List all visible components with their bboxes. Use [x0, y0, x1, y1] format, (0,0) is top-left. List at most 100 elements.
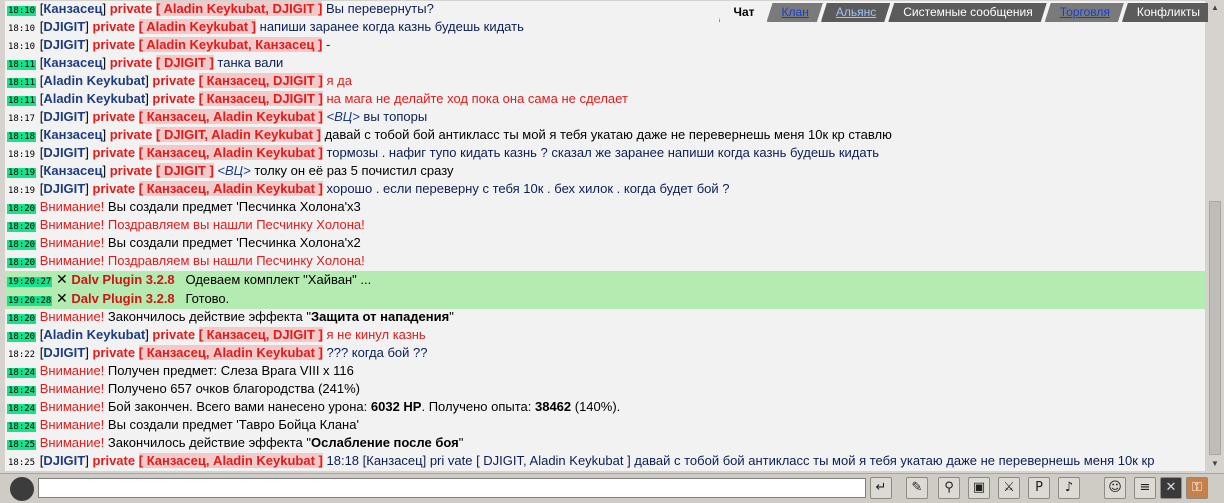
recipient-list[interactable]: DJIGIT — [164, 55, 206, 70]
sender-nick[interactable]: Канзасец — [43, 163, 102, 178]
timestamp[interactable]: 18:20 — [7, 332, 37, 342]
private-recipients[interactable]: [ Канзасец, Aladin Keykubat ] — [138, 345, 323, 360]
tab-5[interactable]: Конфликты — [1122, 3, 1214, 22]
filter-icon[interactable]: ⚲ — [938, 477, 960, 499]
sender-nick[interactable]: Aladin Keykubat — [43, 327, 145, 342]
send-enter-icon[interactable]: ↵ — [870, 477, 892, 499]
recipient-list[interactable]: Канзасец, Aladin Keykubat — [147, 345, 315, 360]
sender-nick[interactable]: Канзасец — [43, 127, 102, 142]
private-recipients[interactable]: [ Aladin Keykubat, Канзасец ] — [138, 37, 323, 52]
punct: ] — [313, 127, 321, 142]
sender-nick[interactable]: Aladin Keykubat — [43, 73, 145, 88]
private-recipients[interactable]: [ Канзасец, DJIGIT ] — [198, 327, 323, 342]
chat-menu-icon[interactable] — [10, 477, 34, 501]
private-recipients[interactable]: [ DJIGIT ] — [155, 163, 214, 178]
fighter-icon[interactable]: ⚔ — [998, 477, 1020, 499]
timestamp[interactable]: 18:19 — [7, 186, 36, 196]
private-label: private — [109, 55, 153, 70]
channel-tabs: Чат Клан Альянс Системные сообщения Торговля… — [721, 3, 1214, 23]
timestamp[interactable]: 18:19 — [7, 150, 36, 160]
recipient-list[interactable]: Канзасец, DJIGIT — [207, 73, 315, 88]
sender-nick[interactable]: DJIGIT — [43, 19, 85, 34]
message-text: вы топоры — [359, 109, 428, 124]
timestamp[interactable]: 18:18 — [7, 132, 37, 142]
recipient-list[interactable]: DJIGIT, Aladin Keykubat — [164, 127, 313, 142]
message-input[interactable] — [38, 478, 866, 498]
tab-4[interactable]: Торговля — [1045, 3, 1124, 22]
close-x-icon[interactable]: ✕ — [56, 271, 68, 287]
timestamp[interactable]: 18:10 — [7, 24, 36, 34]
recipient-list[interactable]: Канзасец, Aladin Keykubat — [147, 453, 315, 468]
timestamp[interactable]: 18:10 — [7, 6, 37, 16]
chat-log[interactable]: 18:10 [Канзасец] private [ Aladin Keykub… — [5, 1, 1205, 471]
private-recipients[interactable]: [ Aladin Keykubat, DJIGIT ] — [155, 1, 323, 16]
close-x-icon[interactable]: ✕ — [56, 290, 68, 306]
scroll-thumb[interactable] — [1209, 201, 1221, 455]
private-recipients[interactable]: [ Канзасец, DJIGIT ] — [198, 91, 323, 106]
plugin-text: Готово. — [185, 291, 230, 306]
private-label: private — [92, 181, 136, 196]
warning-label: Внимание! — [39, 435, 105, 450]
timestamp[interactable]: 18:11 — [7, 60, 37, 70]
scroll-up-arrow-icon[interactable]: ▲ — [1208, 1, 1222, 15]
warning-label: Внимание! — [39, 417, 105, 432]
tab-3[interactable]: Системные сообщения — [888, 3, 1047, 22]
sender-nick[interactable]: Канзасец — [43, 55, 102, 70]
translit-icon[interactable]: Ρ — [1028, 477, 1050, 499]
message-text: танка вали — [217, 55, 284, 70]
sender-nick[interactable]: DJIGIT — [43, 37, 85, 52]
chat-speed-icon[interactable]: ≡ — [1134, 477, 1156, 499]
sender-nick[interactable]: Канзасец — [43, 1, 102, 16]
sender-nick[interactable]: DJIGIT — [43, 453, 85, 468]
recipient-list[interactable]: Канзасец, Aladin Keykubat — [147, 109, 315, 124]
sender-nick[interactable]: DJIGIT — [43, 109, 85, 124]
timestamp[interactable]: 18:11 — [7, 96, 37, 106]
recipient-list[interactable]: Канзасец, Aladin Keykubat — [147, 181, 315, 196]
private-recipients[interactable]: [ Канзасец, Aladin Keykubat ] — [138, 453, 323, 468]
tab-0[interactable]: Чат — [719, 3, 769, 22]
clear-eraser-icon[interactable]: ✎ — [906, 477, 928, 499]
sender-nick[interactable]: Aladin Keykubat — [43, 91, 145, 106]
timestamp[interactable]: 18:17 — [7, 114, 36, 124]
private-recipients[interactable]: [ Канзасец, Aladin Keykubat ] — [138, 181, 323, 196]
private-recipients[interactable]: [ Канзасец, DJIGIT ] — [198, 73, 323, 88]
chat-scrollbar[interactable]: ▲ ▼ — [1208, 1, 1222, 471]
tab-2[interactable]: Альянс — [821, 3, 890, 22]
lock-icon[interactable]: ⚿ — [1186, 477, 1208, 499]
recipient-list[interactable]: Aladin Keykubat, DJIGIT — [163, 1, 314, 16]
private-recipients[interactable]: [ Канзасец, Aladin Keykubat ] — [138, 109, 323, 124]
smiles-icon[interactable]: ☺ — [1104, 477, 1126, 499]
recipient-list[interactable]: Aladin Keykubat — [146, 19, 248, 34]
sender-nick[interactable]: DJIGIT — [43, 145, 85, 160]
system-message: 18:24 Внимание! Получено 657 очков благо… — [5, 381, 1205, 399]
timestamp[interactable]: 18:10 — [7, 42, 36, 52]
recipient-list[interactable]: Канзасец, DJIGIT — [207, 327, 315, 342]
timestamp[interactable]: 18:22 — [7, 350, 36, 360]
private-recipients[interactable]: [ Канзасец, Aladin Keykubat ] — [138, 145, 323, 160]
timestamp[interactable]: 18:11 — [7, 78, 37, 88]
recipient-list[interactable]: Канзасец, DJIGIT — [207, 91, 315, 106]
sender-nick[interactable]: DJIGIT — [43, 345, 85, 360]
scroll-down-arrow-icon[interactable]: ▼ — [1208, 457, 1222, 471]
chat-message: 18:11 [Канзасец] private [ DJIGIT ] танк… — [5, 55, 1205, 73]
recipient-list[interactable]: Канзасец, Aladin Keykubat — [147, 145, 315, 160]
timestamp[interactable]: 18:25 — [7, 458, 36, 468]
private-recipients[interactable]: [ DJIGIT ] — [155, 55, 214, 70]
timestamp: 18:20 — [7, 222, 37, 232]
effect-name: Защита от нападения — [311, 309, 450, 324]
recipient-list[interactable]: Aladin Keykubat, Канзасец — [146, 37, 314, 52]
save-icon[interactable]: ▣ — [968, 477, 990, 499]
sound-icon[interactable]: ♪ — [1058, 477, 1080, 499]
sender-nick[interactable]: DJIGIT — [43, 181, 85, 196]
punct — [175, 291, 186, 306]
tab-1[interactable]: Клан — [767, 3, 823, 22]
chat-message: 18:25 [DJIGIT] private [ Канзасец, Aladi… — [5, 453, 1205, 471]
punct: ] — [205, 163, 214, 178]
recipient-list[interactable]: DJIGIT — [164, 163, 206, 178]
punct: ] — [314, 91, 323, 106]
mute-icon[interactable]: ✕ — [1160, 477, 1182, 499]
private-recipients[interactable]: [ DJIGIT, Aladin Keykubat ] — [155, 127, 321, 142]
timestamp[interactable]: 18:19 — [7, 168, 37, 178]
private-recipients[interactable]: [ Aladin Keykubat ] — [138, 19, 257, 34]
plugin-message: 19:20:28 ✕ Dalv Plugin 3.2.8 Готово. — [5, 290, 1205, 309]
